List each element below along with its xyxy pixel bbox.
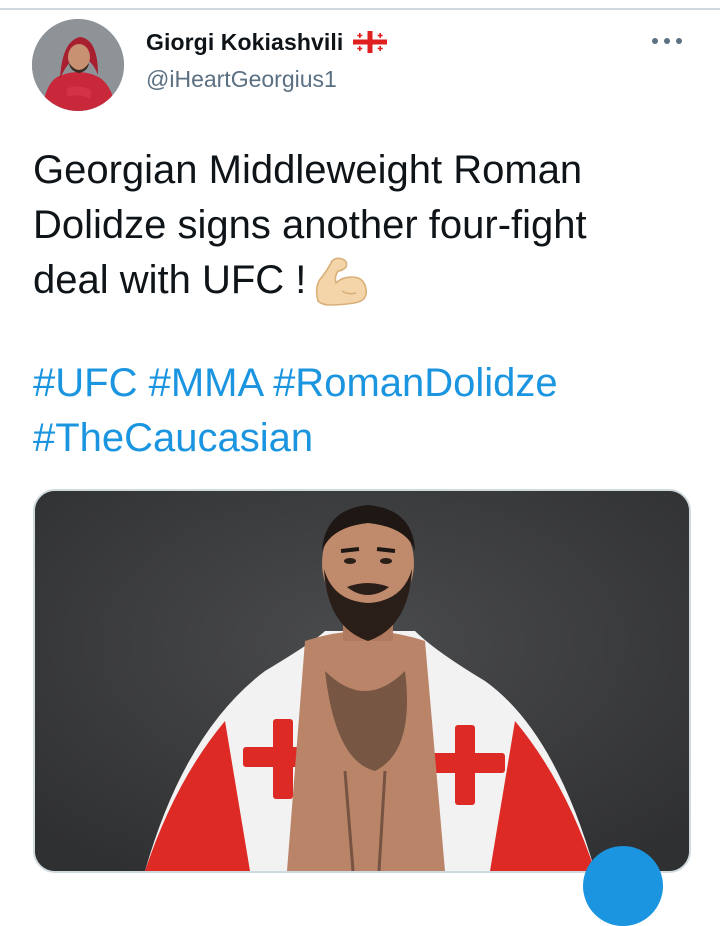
hashtag-line: #UFC #MMA #RomanDolidze — [33, 356, 693, 411]
tweet-text-line: Dolidze signs another four-fight — [33, 203, 587, 247]
tweet-text: Georgian Middleweight Roman Dolidze sign… — [33, 143, 693, 308]
author-handle[interactable]: @iHeartGeorgius1 — [146, 66, 337, 93]
hashtag-link[interactable]: #UFC — [33, 361, 137, 405]
tweet-media-image[interactable] — [33, 489, 691, 873]
tweet-text-line: Georgian Middleweight Roman — [33, 148, 583, 192]
more-dot — [664, 38, 670, 44]
avatar-image — [32, 19, 124, 111]
avatar[interactable] — [32, 19, 124, 111]
hashtag-link[interactable]: #MMA — [149, 361, 262, 405]
fighter-photo — [35, 491, 689, 871]
tweet-text-line-last: deal with UFC ! — [33, 253, 693, 308]
tweet-text-line: deal with UFC ! — [33, 258, 307, 302]
more-dot — [652, 38, 658, 44]
georgia-flag-icon — [353, 31, 388, 53]
more-options-icon[interactable] — [652, 34, 686, 48]
flexed-biceps-icon — [316, 257, 368, 306]
hashtag-line: #TheCaucasian — [33, 411, 693, 466]
hashtag-link[interactable]: #TheCaucasian — [33, 416, 313, 460]
hashtag-link[interactable]: #RomanDolidze — [273, 361, 558, 405]
author-name-row[interactable]: Giorgi Kokiashvili — [146, 27, 388, 57]
hashtags: #UFC #MMA #RomanDolidze #TheCaucasian — [33, 356, 693, 466]
top-divider — [0, 8, 720, 10]
author-display-name[interactable]: Giorgi Kokiashvili — [146, 29, 343, 56]
more-dot — [676, 38, 682, 44]
compose-fab-button[interactable] — [583, 846, 663, 926]
